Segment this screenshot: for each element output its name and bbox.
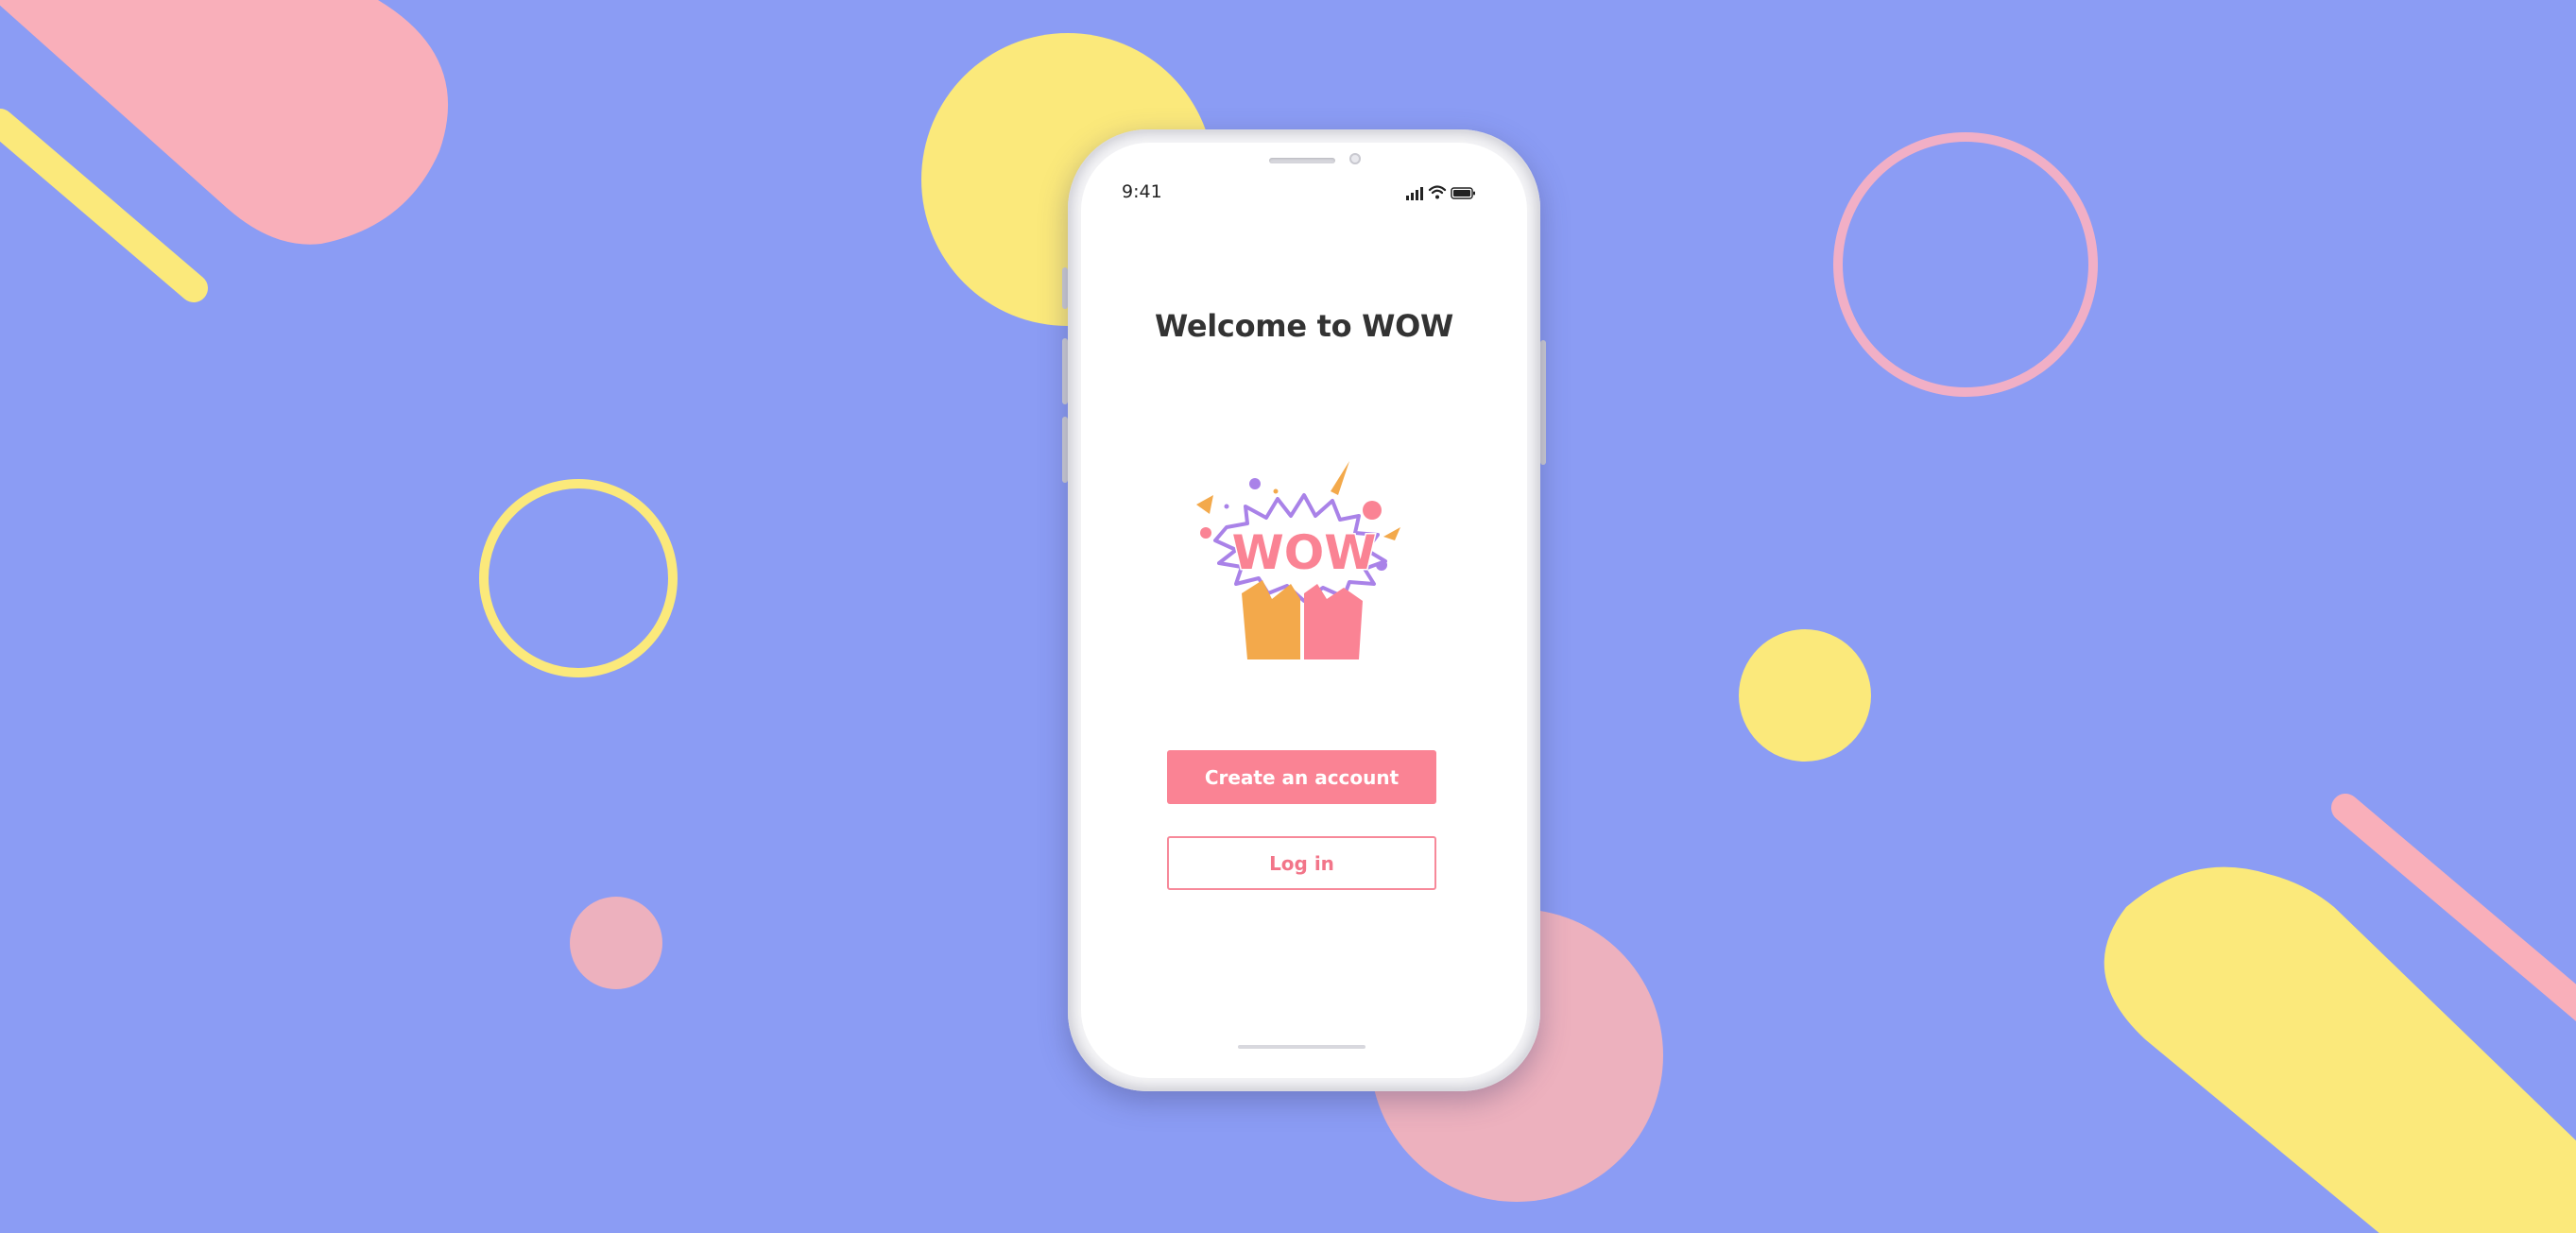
logo-wow-text: WOW: [1232, 525, 1377, 580]
create-account-button-label: Create an account: [1204, 765, 1400, 789]
pink-pill-top-left: [0, 0, 449, 245]
pink-ring-top-right: [1833, 132, 2098, 397]
battery-icon: [1451, 187, 1475, 199]
home-indicator: [1238, 1045, 1365, 1049]
gift-box-right: [1304, 584, 1363, 659]
welcome-title: Welcome to WOW: [1155, 308, 1453, 344]
phone-side-button-power: [1540, 340, 1546, 465]
confetti-dot-4: [1200, 527, 1211, 539]
phone-speaker: [1269, 158, 1335, 163]
phone-camera: [1349, 153, 1361, 164]
confetti-dot-2: [1273, 488, 1279, 494]
confetti-triangle-2: [1331, 461, 1349, 495]
login-button[interactable]: Log in: [1167, 836, 1436, 890]
yellow-circle-right: [1739, 629, 1871, 762]
confetti-dot-6: [1224, 504, 1229, 509]
login-button-label: Log in: [1269, 851, 1334, 875]
pink-circle-small-left: [570, 897, 662, 989]
status-icons: [1406, 185, 1475, 200]
yellow-pill-bottom-right: [2104, 866, 2576, 1233]
create-account-button[interactable]: Create an account: [1167, 750, 1436, 804]
confetti-dot-1: [1249, 478, 1261, 489]
confetti-dot-3: [1363, 501, 1382, 520]
app-showcase-stage: 9:41 Welcome to WOW WOW Create an accoun…: [0, 0, 2576, 1233]
wow-gift-logo: WOW: [1196, 461, 1400, 659]
cellular-signal-icon: [1406, 187, 1423, 200]
status-time: 9:41: [1122, 181, 1162, 202]
wifi-icon: [1428, 185, 1447, 199]
confetti-triangle-1: [1196, 495, 1213, 514]
yellow-ring-left: [479, 479, 678, 677]
confetti-triangle-3: [1383, 527, 1400, 540]
